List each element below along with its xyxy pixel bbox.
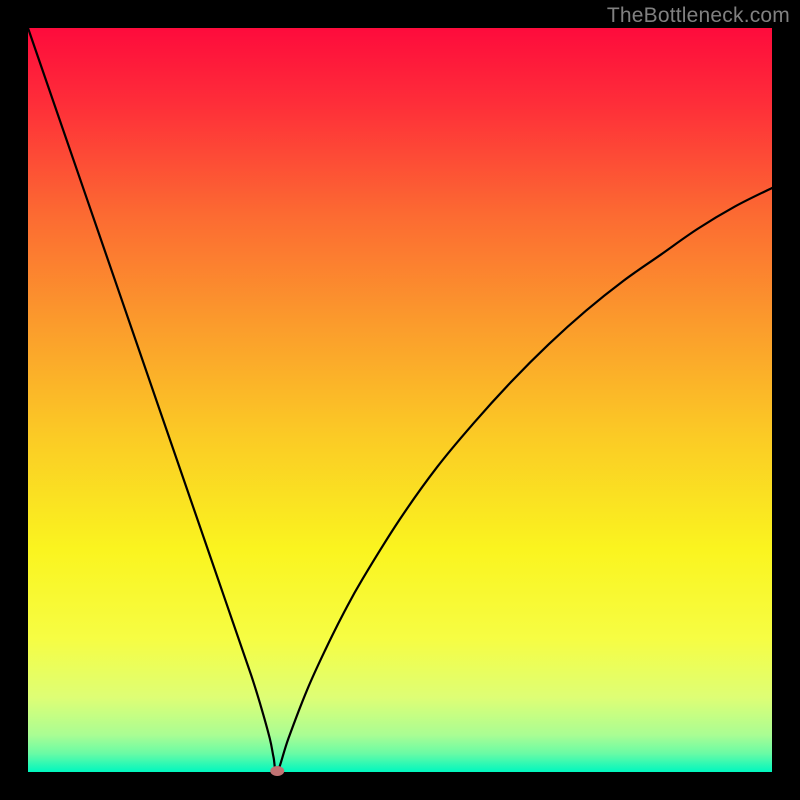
watermark-text: TheBottleneck.com xyxy=(607,4,790,28)
optimal-point-marker xyxy=(270,766,284,776)
chart-frame: TheBottleneck.com xyxy=(0,0,800,800)
gradient-background xyxy=(28,28,772,772)
bottleneck-chart xyxy=(0,0,800,800)
